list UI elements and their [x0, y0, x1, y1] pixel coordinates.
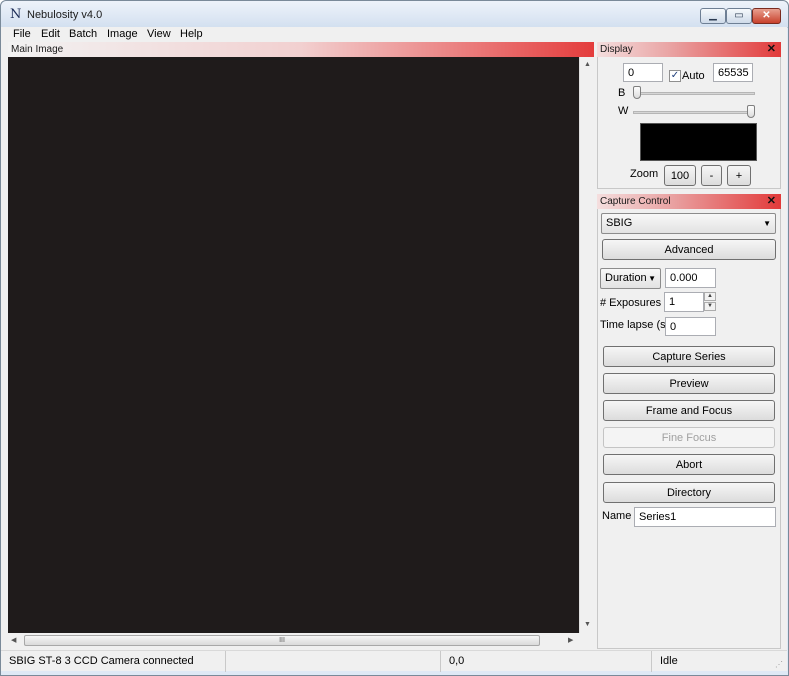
timelapse-input[interactable]	[665, 317, 716, 336]
w-slider-label: W	[618, 105, 629, 117]
exposures-label: # Exposures	[600, 297, 662, 309]
w-slider-thumb[interactable]	[747, 105, 755, 118]
close-window-button[interactable]: ✕	[752, 8, 781, 24]
menu-bar: File Edit Batch Image View Help	[1, 27, 787, 42]
exposures-up-icon[interactable]: ▲	[704, 292, 716, 301]
frame-and-focus-button[interactable]: Frame and Focus	[603, 400, 775, 421]
chevron-down-icon: ▼	[648, 274, 656, 283]
menu-file[interactable]: File	[13, 28, 31, 41]
status-message: SBIG ST-8 3 CCD Camera connected	[1, 651, 226, 672]
scroll-up-arrow-icon[interactable]: ▲	[584, 61, 591, 68]
histogram-display	[640, 123, 757, 161]
duration-input[interactable]	[665, 268, 716, 288]
maximize-button[interactable]: ▭	[726, 8, 752, 24]
horizontal-scrollbar[interactable]: ◀ III ▶	[8, 633, 579, 648]
camera-select[interactable]: SBIG ▼	[601, 213, 776, 234]
series-name-label: Name	[602, 510, 632, 522]
camera-select-value: SBIG	[606, 217, 633, 229]
menu-help[interactable]: Help	[180, 28, 203, 41]
capture-series-button[interactable]: Capture Series	[603, 346, 775, 367]
title-bar[interactable]: N Nebulosity v4.0 ▁ ▭ ✕	[1, 1, 788, 28]
advanced-button[interactable]: Advanced	[602, 239, 776, 260]
menu-image[interactable]: Image	[107, 28, 138, 41]
main-image-title: Main Image	[11, 44, 64, 55]
zoom-label: Zoom	[630, 168, 659, 180]
series-name-input[interactable]	[634, 507, 776, 527]
exposures-down-icon[interactable]: ▼	[704, 302, 716, 311]
b-slider-track[interactable]	[633, 92, 755, 95]
main-image-canvas[interactable]	[8, 57, 579, 633]
auto-checkbox[interactable]: ✓	[669, 70, 681, 82]
capture-panel-header: Capture Control ✕	[597, 194, 781, 209]
exposures-input[interactable]	[664, 292, 704, 312]
abort-button[interactable]: Abort	[603, 454, 775, 475]
b-slider-label: B	[618, 87, 626, 99]
capture-close-icon[interactable]: ✕	[767, 194, 776, 209]
chevron-down-icon: ▼	[763, 219, 771, 228]
status-coordinates: 0,0	[441, 651, 652, 672]
menu-batch[interactable]: Batch	[69, 28, 97, 41]
timelapse-label: Time lapse (s)	[600, 319, 670, 331]
status-state: Idle	[660, 655, 678, 667]
resize-grip-icon[interactable]: ⋰	[775, 660, 783, 669]
directory-button[interactable]: Directory	[603, 482, 775, 503]
w-slider-track[interactable]	[633, 111, 755, 114]
white-point-input[interactable]	[713, 63, 753, 82]
auto-check-icon: ✓	[670, 70, 680, 81]
vertical-scrollbar[interactable]: ▲ ▼	[579, 57, 594, 633]
horizontal-scroll-thumb[interactable]: III	[24, 635, 540, 646]
minimize-button[interactable]: ▁	[700, 8, 726, 24]
capture-panel-title: Capture Control	[600, 196, 671, 207]
zoom-level-button[interactable]: 100	[664, 165, 696, 186]
menu-edit[interactable]: Edit	[41, 28, 60, 41]
duration-mode-select[interactable]: Duration ▼	[600, 268, 661, 289]
display-panel-header: Display ✕	[597, 42, 781, 57]
display-close-icon[interactable]: ✕	[767, 42, 776, 57]
status-empty-field	[226, 651, 441, 672]
duration-mode-value: Duration	[605, 272, 647, 284]
preview-button[interactable]: Preview	[603, 373, 775, 394]
scroll-right-arrow-icon[interactable]: ▶	[568, 636, 573, 644]
main-image-header: Main Image	[8, 42, 594, 57]
zoom-out-button[interactable]: -	[701, 165, 722, 186]
zoom-in-button[interactable]: +	[727, 165, 751, 186]
nebulosity-app-icon: N	[10, 7, 22, 22]
b-slider-thumb[interactable]	[633, 86, 641, 99]
fine-focus-button[interactable]: Fine Focus	[603, 427, 775, 448]
status-bar: SBIG ST-8 3 CCD Camera connected 0,0 Idl…	[1, 650, 787, 672]
window-title: Nebulosity v4.0	[27, 9, 103, 21]
black-point-input[interactable]	[623, 63, 663, 82]
scroll-down-arrow-icon[interactable]: ▼	[584, 621, 591, 628]
auto-label: Auto	[682, 70, 705, 82]
display-panel-title: Display	[600, 44, 633, 55]
menu-view[interactable]: View	[147, 28, 171, 41]
scroll-left-arrow-icon[interactable]: ◀	[11, 636, 16, 644]
